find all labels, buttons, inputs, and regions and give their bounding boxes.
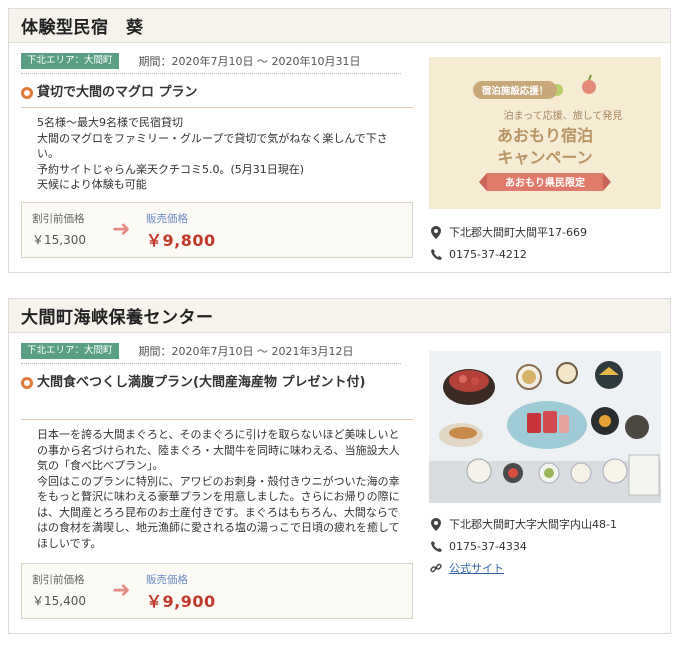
phone-row: 0175-37-4212 [429,243,669,265]
banner-line2: あおもり宿泊 [497,126,593,145]
plan-description: 日本一を誇る大間まぐろと、そのまぐろに引けを取らないほど美味しいとの事から名づけ… [37,427,405,551]
phone-icon [429,248,443,260]
price-box: 割引前価格 ￥15,300 ➜ 販売価格 ￥9,800 [21,202,413,258]
link-icon [429,562,443,574]
description-paragraph: 今回はこのプランに特別に、アワビのお刺身・殻付きウニがついた海の幸をもっと贅沢に… [37,474,400,550]
banner-line3: キャンペーン [497,148,592,167]
price-box: 割引前価格 ￥15,400 ➜ 販売価格 ￥9,900 [21,563,413,619]
divider [21,107,413,108]
address-text: 下北郡大間町大字大間字内山48-1 [449,518,617,531]
food-photo-graphic [429,351,661,503]
original-price: ￥15,400 [32,594,86,608]
listing-meta: 下北エリア：大間町 期間：2020年7月10日 〜 2020年10月31日 [21,53,361,69]
banner-line1: 泊まって応援、旅して発見 [504,109,623,122]
phone-icon [429,540,443,552]
address-row: 下北郡大間町大間平17-669 [429,221,669,243]
contact-info: 下北郡大間町大字大間字内山48-1 0175-37-4334 公式サイト [429,513,669,579]
description-line: 天候により体験も可能 [37,178,147,191]
plan-description: 5名様〜最大9名様で民宿貸切 大間のマグロをファミリー・グループで貸切で気がねな… [37,115,405,193]
sale-price: ￥9,900 [146,592,216,611]
map-pin-icon [429,225,443,239]
campaign-banner-image: 宿泊施設応援！ 泊まって応援、旅して発見 あおもり宿泊 キャンペーン あおもり県… [429,57,661,209]
original-price: ￥15,300 [32,233,86,247]
banner-ribbon: あおもり県民限定 [505,176,585,189]
divider [21,73,401,74]
plan-title-text: 貸切で大間のマグロ プラン [37,85,198,100]
sale-price-label: 販売価格 [146,574,188,586]
arrow-right-icon: ➜ [112,217,131,242]
plan-title[interactable]: 大間食べつくし満腹プラン(大間産海産物 プレゼント付) [21,373,401,393]
divider [21,363,401,364]
plan-title[interactable]: 貸切で大間のマグロ プラン [21,83,401,103]
campaign-banner-graphic: 宿泊施設応援！ 泊まって応援、旅して発見 あおもり宿泊 キャンペーン あおもり県… [429,57,661,209]
website-link[interactable]: 公式サイト [449,560,504,576]
address-text: 下北郡大間町大間平17-669 [449,226,587,239]
sale-price: ￥9,800 [146,231,216,250]
description-line: 大間のマグロをファミリー・グループで貸切で気がねなく楽しんで下さい。 [37,131,388,161]
bullet-icon [21,87,33,99]
banner-badge: 宿泊施設応援！ [482,85,549,97]
listing-card-kaikyo: 大間町海峡保養センター 下北エリア：大間町 期間：2020年7月10日 〜 20… [8,298,671,634]
listing-meta: 下北エリア：大間町 期間：2020年7月10日 〜 2021年3月12日 [21,343,354,359]
listing-header: 体験型民宿 葵 [9,9,670,43]
description-line: 5名様〜最大9名様で民宿貸切 [37,116,183,129]
phone-text: 0175-37-4212 [449,247,527,261]
website-row[interactable]: 公式サイト [429,557,669,579]
description-line: 予約サイトじゃらん楽天クチコミ5.0。(5月31日現在) [37,162,305,176]
original-price-label: 割引前価格 [32,574,85,586]
area-badge: 下北エリア：大間町 [21,53,119,69]
area-badge: 下北エリア：大間町 [21,343,119,359]
food-photo [429,351,661,503]
divider [21,419,413,420]
bullet-icon [21,377,33,389]
listing-header: 大間町海峡保養センター [9,299,670,333]
period-text: 期間：2020年7月10日 〜 2021年3月12日 [138,345,354,358]
original-price-label: 割引前価格 [32,213,85,225]
description-paragraph: 日本一を誇る大間まぐろと、そのまぐろに引けを取らないほど美味しいとの事から名づけ… [37,428,400,472]
address-row: 下北郡大間町大字大間字内山48-1 [429,513,669,535]
period-text: 期間：2020年7月10日 〜 2020年10月31日 [138,55,361,68]
listing-title: 体験型民宿 葵 [21,18,144,38]
listing-title: 大間町海峡保養センター [21,308,214,328]
sale-price-label: 販売価格 [146,213,188,225]
contact-info: 下北郡大間町大間平17-669 0175-37-4212 [429,221,669,265]
plan-title-text: 大間食べつくし満腹プラン(大間産海産物 プレゼント付) [37,375,366,390]
listing-card-aoi: 体験型民宿 葵 下北エリア：大間町 期間：2020年7月10日 〜 2020年1… [8,8,671,273]
map-pin-icon [429,517,443,531]
phone-text: 0175-37-4334 [449,539,527,553]
arrow-right-icon: ➜ [112,578,131,603]
phone-row: 0175-37-4334 [429,535,669,557]
